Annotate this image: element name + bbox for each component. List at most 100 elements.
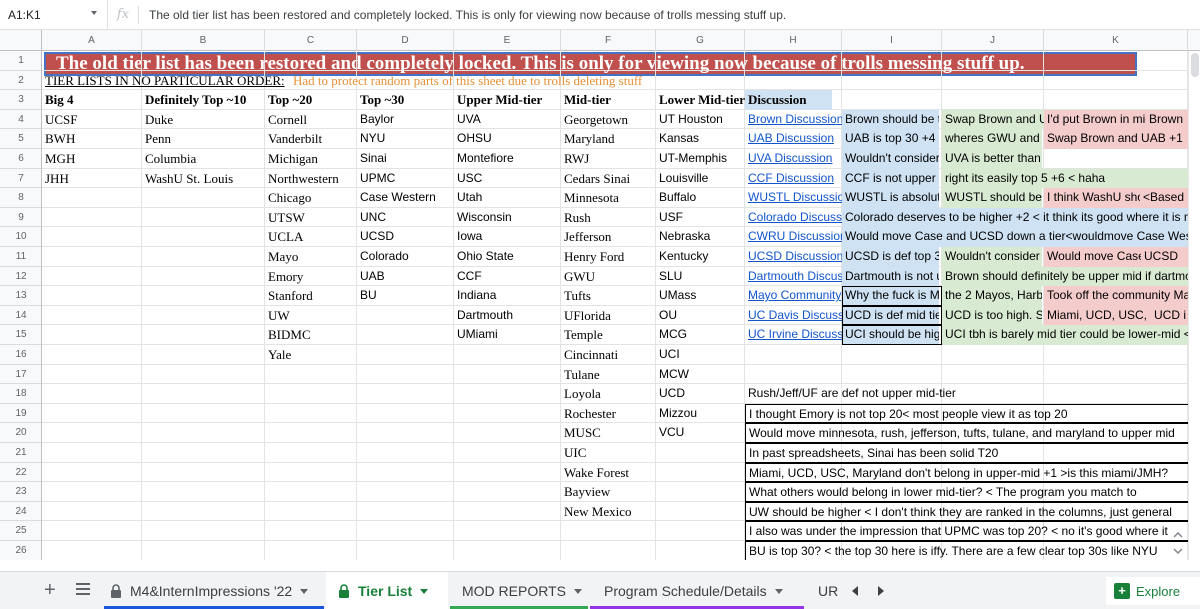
row-header[interactable]: 6 (0, 149, 41, 169)
discussion-link[interactable]: UVA Discussion (745, 149, 842, 169)
school-cell[interactable]: UCI (656, 345, 745, 365)
column-header[interactable]: C (265, 30, 357, 51)
school-cell[interactable]: SLU (656, 267, 745, 287)
school-cell[interactable]: Sinai (357, 149, 454, 169)
comment-cell[interactable]: Colorado deserves to be higher +2 < it t… (842, 207, 1188, 228)
school-cell[interactable]: Rush (561, 208, 656, 228)
row-header[interactable]: 3 (0, 90, 41, 110)
column-header[interactable]: A (42, 30, 142, 51)
school-cell[interactable]: Temple (561, 325, 656, 345)
all-sheets-menu-icon[interactable] (76, 583, 90, 597)
comment-cell[interactable]: UCSD (1141, 247, 1188, 267)
comment-cell[interactable]: UCD is too high. So (942, 305, 1042, 326)
school-cell[interactable]: Northwestern (265, 169, 357, 189)
school-cell[interactable]: UT-Memphis (656, 149, 745, 169)
tier-header[interactable]: Top ~20 (265, 90, 357, 110)
column-header[interactable]: J (942, 30, 1044, 51)
school-cell[interactable]: Bayview (561, 482, 656, 502)
explore-button[interactable]: + Explore (1106, 577, 1200, 605)
tab-scroll-right-icon[interactable] (878, 586, 884, 596)
comment-cell[interactable]: UCD i (1151, 305, 1188, 326)
row-header[interactable]: 12 (0, 267, 41, 287)
tab-m4-intern-impressions[interactable]: M4&InternImpressions '22 (100, 572, 324, 609)
school-cell[interactable]: UFlorida (561, 306, 656, 326)
column-header[interactable]: D (357, 30, 454, 51)
school-cell[interactable]: UVA (454, 110, 561, 130)
school-cell[interactable]: Duke (142, 110, 265, 130)
school-cell[interactable]: MUSC (561, 423, 656, 443)
school-cell[interactable]: Georgetown (561, 110, 656, 130)
discussion-link[interactable]: UAB Discussion (745, 129, 842, 149)
school-cell[interactable]: Cedars Sinai (561, 169, 656, 189)
comment-cell[interactable]: Brown (1146, 109, 1188, 130)
comment-cell[interactable]: Dartmouth is not upper (842, 266, 939, 287)
school-cell[interactable]: Kansas (656, 129, 745, 149)
school-cell[interactable]: CCF (454, 267, 561, 287)
row-header[interactable]: 16 (0, 345, 41, 365)
add-sheet-button[interactable]: + (44, 580, 56, 600)
school-cell[interactable]: WashU St. Louis (142, 169, 265, 189)
school-cell[interactable]: Loyola (561, 384, 656, 404)
column-header[interactable]: E (454, 30, 561, 51)
row-header[interactable]: 13 (0, 286, 41, 306)
school-cell[interactable]: UCSF (42, 110, 142, 130)
discussion-link[interactable]: UC Davis Discussion (745, 306, 842, 326)
comment-cell[interactable]: Brown should definitely be upper mid if … (942, 266, 1188, 287)
row-header[interactable]: 18 (0, 384, 41, 404)
school-cell[interactable]: Vanderbilt (265, 129, 357, 149)
comment-cell[interactable]: wheres GWU and UAB (942, 129, 1042, 149)
column-header[interactable]: K (1044, 30, 1188, 51)
chevron-down-icon[interactable] (774, 588, 783, 594)
row-header[interactable]: 25 (0, 521, 41, 541)
discussion-link[interactable]: Mayo Community (745, 286, 842, 306)
column-header[interactable]: I (842, 30, 942, 51)
school-cell[interactable]: Montefiore (454, 149, 561, 169)
select-all-corner[interactable] (0, 30, 42, 51)
row-header[interactable]: 2 (0, 71, 41, 91)
school-cell[interactable]: Yale (265, 345, 357, 365)
school-cell[interactable]: BWH (42, 129, 142, 149)
row-header[interactable]: 7 (0, 169, 41, 189)
discussion-link[interactable]: WUSTL Discussion (745, 188, 842, 208)
comment-cell[interactable]: I think WashU should (1044, 188, 1146, 208)
comment-cell[interactable]: Would move Case and (1044, 247, 1146, 267)
school-cell[interactable]: Louisville (656, 169, 745, 189)
discussion-link[interactable]: UC Irvine Discussion (745, 325, 842, 345)
comment-cell[interactable]: WUSTL should be in (942, 188, 1042, 208)
row-header[interactable]: 24 (0, 502, 41, 522)
tab-scroll-left-icon[interactable] (852, 586, 858, 596)
comment-cell[interactable]: Miami, UCD, USC, M (1044, 305, 1156, 326)
school-cell[interactable]: Penn (142, 129, 265, 149)
comment-cell[interactable]: <Based (1140, 188, 1188, 208)
school-cell[interactable]: BU (357, 286, 454, 306)
school-cell[interactable]: Maryland (561, 129, 656, 149)
row-header[interactable]: 21 (0, 443, 41, 463)
tier-header[interactable]: Lower Mid-tier (656, 90, 745, 110)
school-cell[interactable]: UMass (656, 286, 745, 306)
row-header[interactable]: 17 (0, 365, 41, 385)
comment-cell[interactable]: I'd put Brown in mid- (1044, 109, 1146, 130)
school-cell[interactable]: Nebraska (656, 227, 745, 247)
school-cell[interactable]: UCSD (357, 227, 454, 247)
row-header[interactable]: 19 (0, 404, 41, 424)
school-cell[interactable]: Kentucky (656, 247, 745, 267)
school-cell[interactable]: Ohio State (454, 247, 561, 267)
school-cell[interactable]: New Mexico (561, 502, 656, 522)
discussion-note[interactable]: I thought Emory is not top 20< most peop… (745, 403, 1188, 424)
school-cell[interactable]: Minnesota (561, 188, 656, 208)
discussion-note[interactable]: Rush/Jeff/UF are def not upper mid-tier (745, 384, 1188, 404)
school-cell[interactable]: Baylor (357, 110, 454, 130)
school-cell[interactable]: MCW (656, 365, 745, 385)
school-cell[interactable]: UPMC (357, 169, 454, 189)
school-cell[interactable]: Wisconsin (454, 208, 561, 228)
comment-cell[interactable]: right its easily top 5 +6 < haha (942, 168, 1188, 189)
discussion-link[interactable]: Brown Discussion (745, 110, 842, 130)
comment-cell[interactable]: Brown should be taken (842, 109, 939, 130)
comment-cell[interactable]: Wouldn't consider UVA (842, 149, 939, 169)
school-cell[interactable]: UNC (357, 208, 454, 228)
discussion-note[interactable]: Would move minnesota, rush, jefferson, t… (745, 423, 1188, 443)
school-cell[interactable]: UT Houston (656, 110, 745, 130)
school-cell[interactable]: Buffalo (656, 188, 745, 208)
sheet-grid[interactable]: The old tier list has been restored and … (42, 51, 1188, 560)
comment-cell[interactable]: CCF is not upper mid (842, 168, 939, 189)
